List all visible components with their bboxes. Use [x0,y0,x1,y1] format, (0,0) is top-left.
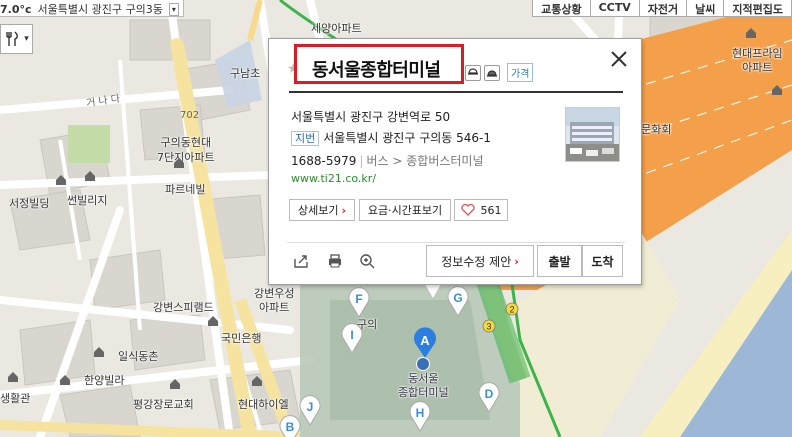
svg-text:3: 3 [486,322,491,332]
building-icon [60,375,70,385]
chevron-down-icon[interactable]: ▾ [168,2,179,16]
place-thumbnail[interactable] [565,107,620,162]
building-icon [56,175,66,185]
svg-text:J: J [307,400,314,414]
close-icon[interactable] [609,49,629,69]
map-pin-H[interactable]: H [408,400,432,432]
like-count: 561 [480,203,502,217]
building-icon [94,347,104,357]
set-arrival-button[interactable]: 도착 [582,245,623,277]
heart-icon [460,204,475,216]
restaurant-facility-icon [465,64,481,81]
facility-icons: 가격 [465,63,534,82]
map-pin-D[interactable]: D [477,381,501,413]
bank-icon [208,316,218,326]
category-path[interactable]: 버스 > 종합버스터미널 [366,154,483,168]
parking-facility-icon [484,64,500,81]
bus-terminal-icon [416,357,430,371]
like-button[interactable]: 561 [454,199,508,221]
toolbar-weather[interactable]: 날씨 [686,0,725,17]
building-icon [746,28,756,38]
suggest-edit-label: 정보수정 제안 [441,254,512,269]
svg-text:F: F [355,292,362,306]
toolbar-cctv[interactable]: CCTV [589,0,640,17]
detail-button-label: 상세보기 [297,204,339,217]
lot-address-tag: 지번 [291,131,320,146]
fare-timetable-button[interactable]: 요금·시간표보기 [359,199,451,221]
building-icon [252,376,262,386]
svg-text:H: H [416,406,425,420]
map-pin-B[interactable]: B [278,414,302,437]
top-bar: 7.0°c 서울특별시 광진구 구의3동 ▾ 교통상황 CCTV 자전거 날씨 … [0,0,792,18]
temperature: 7.0°c [0,2,32,16]
svg-text:B: B [286,420,295,434]
print-icon[interactable] [327,253,343,269]
building-icon [772,85,782,95]
building-icon [174,158,184,168]
building-icon [170,379,180,389]
svg-text:D: D [485,387,494,401]
lot-address: 지번 서울특별시 광진구 구의동 546-1 [291,129,491,146]
suggest-edit-button[interactable]: 정보수정 제안 › [426,245,534,277]
current-location: 서울특별시 광진구 구의3동 [37,3,163,16]
map-pin-I[interactable]: I [340,322,364,354]
set-departure-button[interactable]: 출발 [537,245,582,277]
toolbar-traffic[interactable]: 교통상황 [532,0,591,17]
map-layer-toolbar: 교통상황 CCTV 자전거 날씨 지적편집도 [532,0,792,17]
map-pin-G[interactable]: G [446,285,470,317]
fork-knife-icon [6,31,19,46]
toolbar-cadastral[interactable]: 지적편집도 [723,0,792,17]
contact-line: 1688-5979 | 버스 > 종합버스터미널 [291,154,484,168]
svg-text:A: A [420,333,430,348]
map-pin-F[interactable]: F [347,286,371,318]
place-title[interactable]: 동서울종합터미널 [312,56,441,82]
price-tag[interactable]: 가격 [507,63,534,82]
toolbar-bicycle[interactable]: 자전거 [638,0,688,17]
road-address: 서울특별시 광진구 강변역로 50 [291,110,451,124]
chevron-right-icon: › [514,254,519,268]
popup-pointer [425,284,441,298]
chevron-right-icon: › [341,203,347,217]
svg-text:I: I [350,328,353,342]
title-underline [289,91,623,93]
weather-widget[interactable]: 7.0°c 서울특별시 광진구 구의3동 ▾ [0,0,184,17]
detail-button[interactable]: 상세보기 › [289,199,355,221]
svg-text:2: 2 [509,305,514,315]
building-icon [85,171,95,181]
place-info-popup: ★ 동서울종합터미널 가격 서울특별시 광진구 강변역로 50 지번 서울특별시 … [268,38,642,285]
website-link[interactable]: www.ti21.co.kr/ [291,172,376,185]
share-icon[interactable] [293,253,309,269]
fare-button-label: 요금·시간표보기 [367,204,443,217]
lot-address-text: 서울특별시 광진구 구의동 546-1 [323,131,492,145]
zoom-icon[interactable] [359,253,375,269]
map-pin-A[interactable]: A [412,327,438,359]
phone-number: 1688-5979 [291,154,357,168]
popup-divider [287,242,625,243]
svg-text:G: G [453,291,462,305]
category-filter-button[interactable]: ▾ [0,24,33,54]
building-icon [8,372,18,382]
chevron-down-icon: ▾ [24,34,29,44]
